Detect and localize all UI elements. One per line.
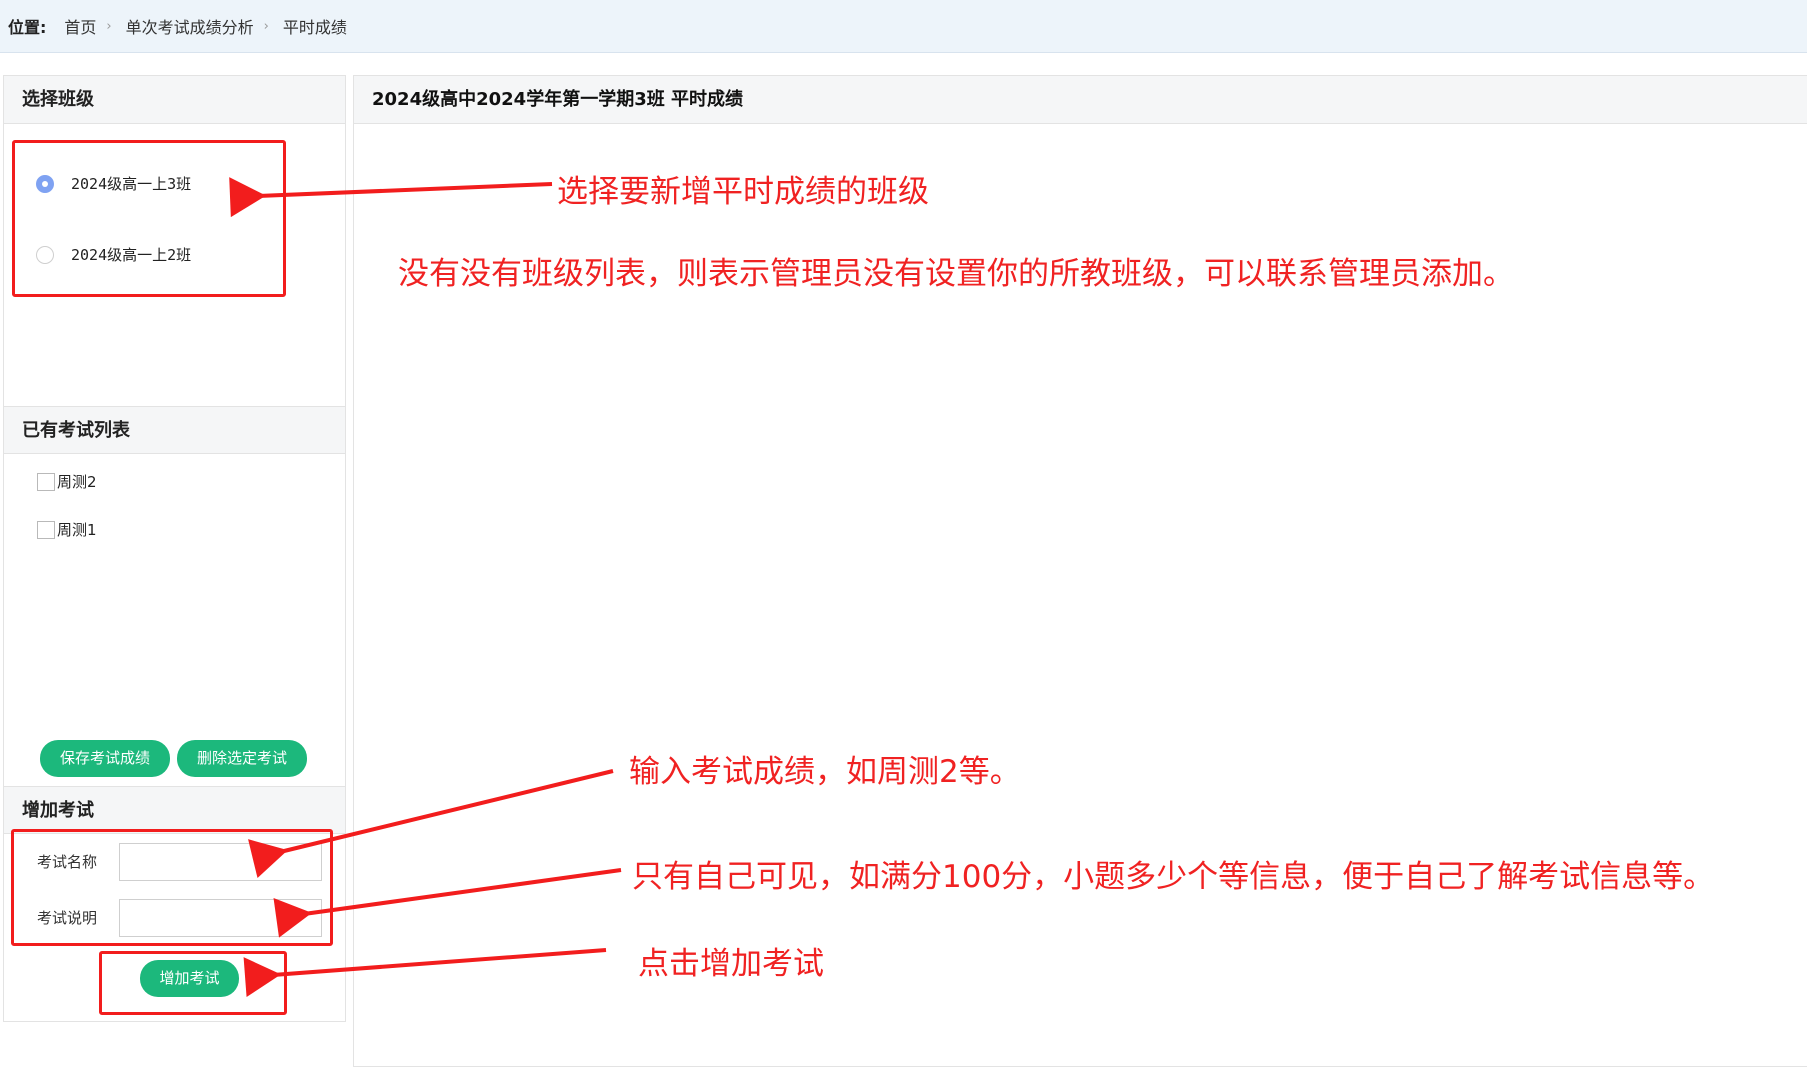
right-panel: 2024级高中2024学年第一学期3班 平时成绩 bbox=[353, 75, 1807, 1067]
breadcrumb-current: 平时成绩 bbox=[282, 18, 347, 37]
annotation-self-visible: 只有自己可见，如满分100分，小题多少个等信息，便于自己了解考试信息等。 bbox=[632, 859, 1715, 895]
annotation-select-class: 选择要新增平时成绩的班级 bbox=[557, 174, 929, 210]
exam-item-label: 周测1 bbox=[57, 521, 97, 539]
checkbox-icon[interactable] bbox=[37, 472, 55, 491]
annotation-box-add-button bbox=[99, 951, 287, 1015]
annotation-click-add: 点击增加考试 bbox=[638, 946, 824, 982]
class-section-title: 选择班级 bbox=[4, 76, 345, 124]
delete-exam-button[interactable]: 删除选定考试 bbox=[177, 740, 307, 777]
exam-item-label: 周测2 bbox=[57, 473, 97, 491]
save-scores-button[interactable]: 保存考试成绩 bbox=[40, 740, 170, 777]
location-label: 位置: bbox=[8, 18, 47, 37]
checkbox-icon[interactable] bbox=[37, 520, 55, 539]
panel-title: 2024级高中2024学年第一学期3班 平时成绩 bbox=[354, 76, 1807, 124]
annotation-enter-exam: 输入考试成绩，如周测2等。 bbox=[629, 754, 1021, 790]
breadcrumb-bar: 位置: 首页 › 单次考试成绩分析 › 平时成绩 bbox=[0, 0, 1807, 53]
annotation-box-exam-form bbox=[11, 829, 333, 946]
add-exam-section-title: 增加考试 bbox=[4, 786, 345, 834]
exam-item-1[interactable]: 周测2 bbox=[37, 471, 97, 492]
breadcrumb-exam-analysis[interactable]: 单次考试成绩分析 bbox=[126, 14, 254, 38]
annotation-box-class-select bbox=[12, 140, 286, 297]
exam-item-2[interactable]: 周测1 bbox=[37, 519, 97, 540]
chevron-right-icon: › bbox=[263, 18, 269, 34]
breadcrumb-home[interactable]: 首页 bbox=[64, 14, 96, 38]
annotation-no-class-list: 没有没有班级列表，则表示管理员没有设置你的所教班级，可以联系管理员添加。 bbox=[398, 256, 1514, 292]
exam-section-title: 已有考试列表 bbox=[4, 406, 345, 454]
chevron-right-icon: › bbox=[106, 18, 112, 34]
